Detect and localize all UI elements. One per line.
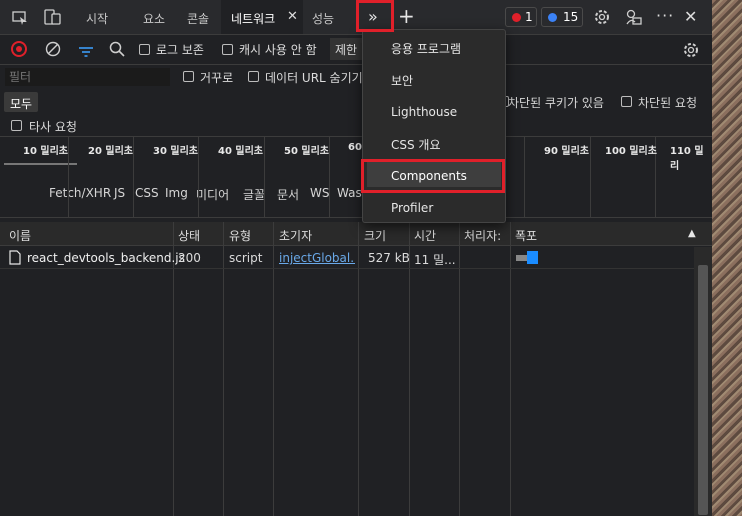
- errors-count: 1: [525, 10, 533, 24]
- throttling-value: 제한: [335, 43, 358, 57]
- network-settings-icon[interactable]: [682, 41, 700, 59]
- column-header-time[interactable]: 시간: [414, 227, 436, 244]
- preserve-log-label: 로그 보존: [156, 43, 204, 57]
- hide-data-urls-label: 데이터 URL 숨기기: [265, 71, 363, 85]
- search-icon[interactable]: [109, 41, 125, 57]
- timeline-tick: 110 밀리: [670, 146, 704, 172]
- messages-count: 15: [563, 10, 579, 24]
- preserve-log-checkbox[interactable]: [139, 44, 150, 55]
- hide-data-urls-checkbox[interactable]: [248, 71, 259, 82]
- device-toolbar-icon[interactable]: [44, 9, 62, 25]
- column-header-initiator[interactable]: 초기자: [279, 227, 312, 244]
- request-time: 11 밀...: [414, 253, 456, 267]
- inspect-element-icon[interactable]: [12, 10, 28, 25]
- timeline-tick: 10 밀리초: [23, 146, 68, 157]
- tab-console[interactable]: 콘솔: [187, 10, 209, 27]
- third-party-row: 타사 요청: [0, 114, 712, 137]
- menu-item-profiler[interactable]: Profiler: [391, 201, 433, 215]
- timeline-tick: 30 밀리초: [153, 146, 198, 157]
- highlight-components: [361, 159, 505, 193]
- blocked-requests-label: 차단된 요청: [638, 96, 698, 110]
- tab-elements[interactable]: 요소: [143, 10, 165, 27]
- file-icon: [9, 250, 21, 265]
- column-header-size[interactable]: 크기: [364, 227, 386, 244]
- third-party-label: 타사 요청: [29, 120, 77, 134]
- invert-label: 거꾸로: [200, 71, 234, 85]
- column-header-name[interactable]: 이름: [9, 227, 31, 244]
- request-type: script: [229, 251, 263, 265]
- menu-item-lighthouse[interactable]: Lighthouse: [391, 105, 457, 119]
- add-tab-button[interactable]: +: [398, 4, 415, 28]
- request-status: 200: [178, 251, 201, 265]
- type-filter-row: 모두 Fetch/XHR JS CSS Img 미디어 글꼴 문서 WS Was…: [0, 90, 712, 202]
- filter-input[interactable]: [5, 68, 170, 86]
- column-header-waterfall[interactable]: 폭포: [515, 227, 537, 244]
- customize-icon[interactable]: [625, 8, 643, 26]
- close-devtools-icon[interactable]: ✕: [684, 7, 697, 26]
- tab-welcome[interactable]: 시작: [86, 10, 108, 27]
- menu-item-application[interactable]: 응용 프로그램: [391, 40, 461, 57]
- close-tab-icon[interactable]: ✕: [287, 9, 298, 24]
- network-toolbar: 로그 보존 캐시 사용 안 함 제한: [0, 35, 712, 65]
- request-table-header: [0, 222, 712, 246]
- request-name: react_devtools_backend.js: [27, 251, 185, 265]
- blocked-requests-checkbox[interactable]: [621, 96, 632, 107]
- messages-badge[interactable]: 15: [541, 7, 583, 27]
- background-wallpaper: [712, 0, 742, 516]
- invert-checkbox[interactable]: [183, 71, 194, 82]
- type-filter-all[interactable]: 모두: [4, 92, 38, 112]
- timeline-bar: [4, 163, 77, 165]
- scrollbar[interactable]: [694, 247, 712, 516]
- column-header-status[interactable]: 상태: [178, 227, 200, 244]
- timeline-tick: 100 밀리초: [605, 146, 657, 157]
- clear-icon[interactable]: [45, 41, 61, 57]
- type-filter-all-label: 모두: [10, 97, 33, 111]
- blocked-cookies-label: 차단된 쿠키가 있음: [508, 96, 604, 110]
- column-header-type[interactable]: 유형: [229, 227, 251, 244]
- message-icon: [548, 13, 557, 22]
- tab-network[interactable]: 네트워크 ✕: [221, 0, 303, 34]
- request-size: 527 kB: [368, 251, 410, 265]
- errors-badge[interactable]: 1: [505, 7, 537, 27]
- disable-cache-checkbox[interactable]: [222, 44, 233, 55]
- sort-ascending-icon[interactable]: ▲: [688, 228, 696, 239]
- timeline-tick: 40 밀리초: [218, 146, 263, 157]
- tab-network-label: 네트워크: [231, 12, 276, 26]
- settings-gear-icon[interactable]: [593, 8, 611, 26]
- timeline-tick: 50 밀리초: [284, 146, 329, 157]
- filter-icon[interactable]: [78, 43, 94, 57]
- menu-item-css-overview[interactable]: CSS 개요: [391, 136, 441, 153]
- waterfall-download-bar: [527, 251, 538, 264]
- menu-item-security[interactable]: 보안: [391, 72, 413, 89]
- highlight-more-tabs: [356, 0, 394, 32]
- more-tabs-menu: 응용 프로그램 보안 Lighthouse CSS 개요 Components …: [362, 29, 506, 223]
- devtools-window: 시작 요소 콘솔 네트워크 ✕ 성능 » + 1 15 ··· ✕ 로그 보존 …: [0, 0, 712, 516]
- tab-performance[interactable]: 성능: [312, 10, 334, 27]
- more-options-icon[interactable]: ···: [656, 6, 674, 25]
- column-header-handler[interactable]: 처리자:: [464, 227, 501, 244]
- timeline-tick: 20 밀리초: [88, 146, 133, 157]
- scrollbar-thumb[interactable]: [698, 265, 708, 515]
- request-initiator-link[interactable]: injectGlobal...: [279, 251, 355, 265]
- timeline-tick: 60: [348, 142, 362, 153]
- third-party-checkbox[interactable]: [11, 120, 22, 131]
- disable-cache-label: 캐시 사용 안 함: [239, 43, 317, 57]
- filter-row: 거꾸로 데이터 URL 숨기기: [0, 65, 712, 89]
- timeline-tick: 90 밀리초: [544, 146, 589, 157]
- record-icon[interactable]: [11, 41, 27, 57]
- error-icon: [512, 13, 521, 22]
